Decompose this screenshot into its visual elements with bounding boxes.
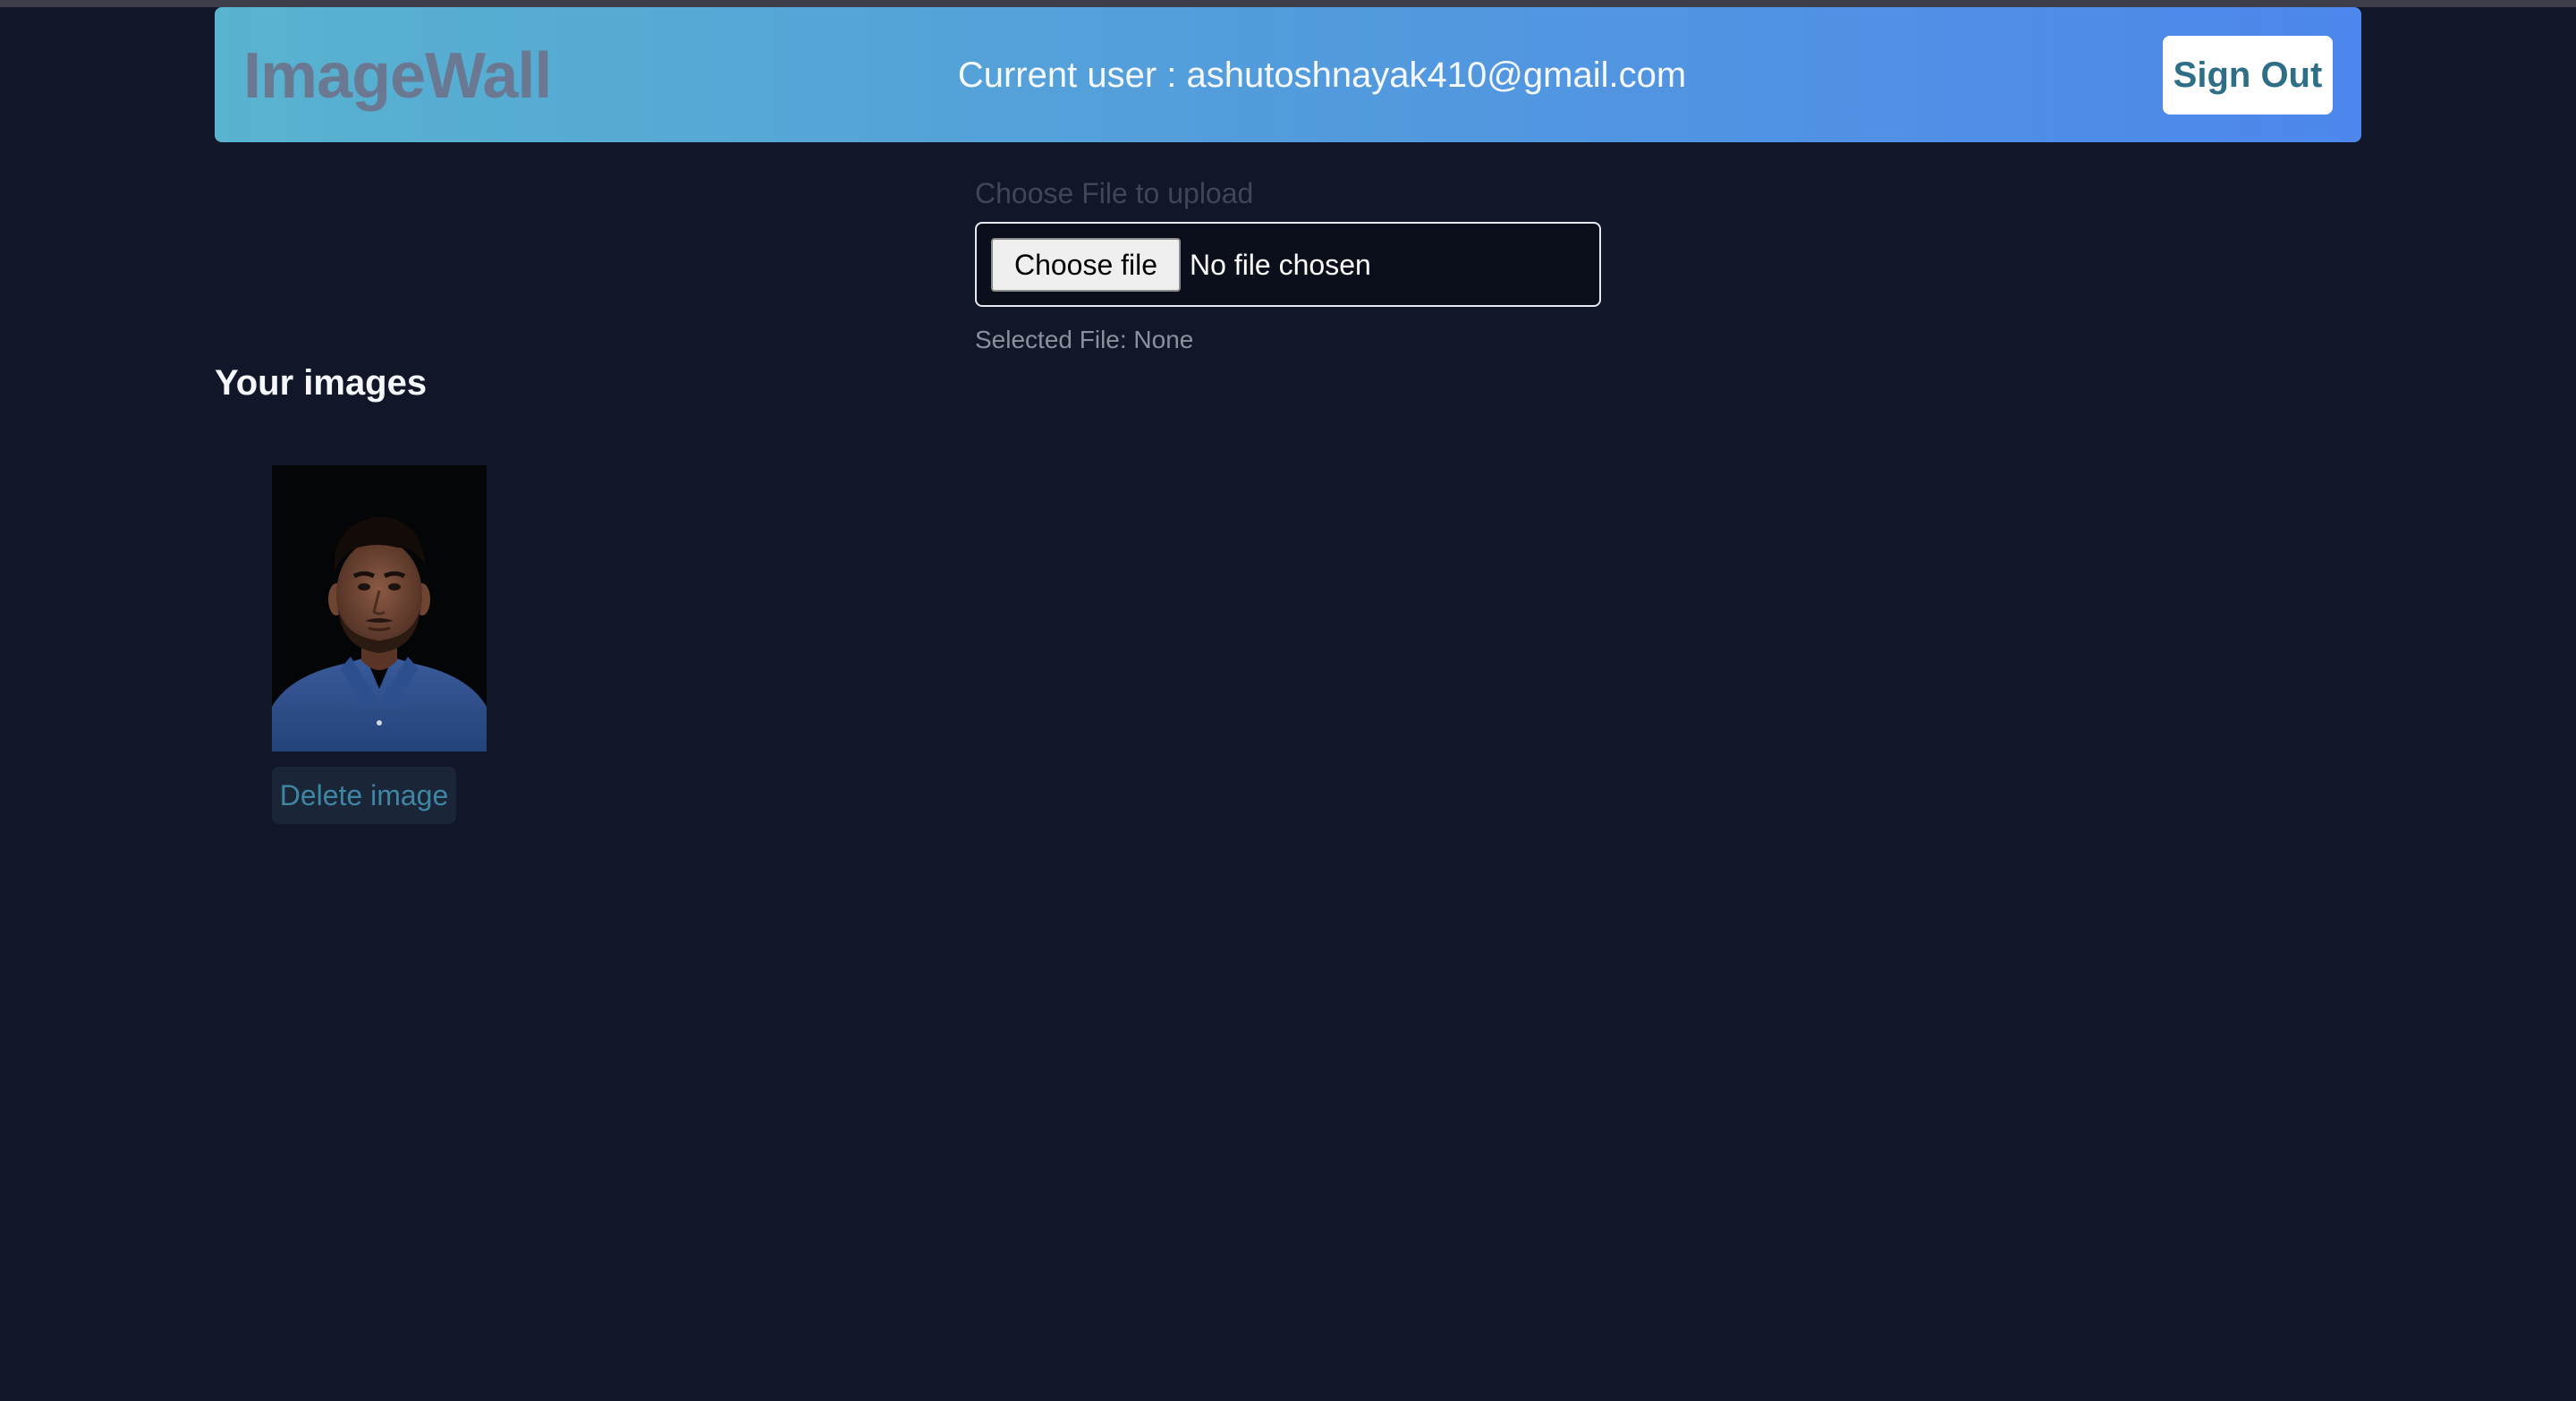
upload-label: Choose File to upload [975, 177, 1254, 209]
selected-file-text: Selected File: None [975, 326, 1194, 353]
file-status-text: No file chosen [1190, 249, 1371, 281]
sign-out-button[interactable]: Sign Out [2163, 36, 2333, 115]
current-user-label: Current user : ashutoshnayak410@gmail.co… [957, 55, 1687, 95]
file-input[interactable]: Choose file No file chosen [975, 222, 1601, 307]
delete-image-button[interactable]: Delete image [272, 767, 456, 824]
uploaded-image [272, 465, 487, 751]
your-images-heading: Your images [215, 363, 428, 403]
portrait-photo [272, 465, 487, 751]
app-header: ImageWall Current user : ashutoshnayak41… [215, 7, 2361, 142]
choose-file-button[interactable]: Choose file [991, 238, 1181, 292]
window-top-border [0, 0, 2576, 7]
